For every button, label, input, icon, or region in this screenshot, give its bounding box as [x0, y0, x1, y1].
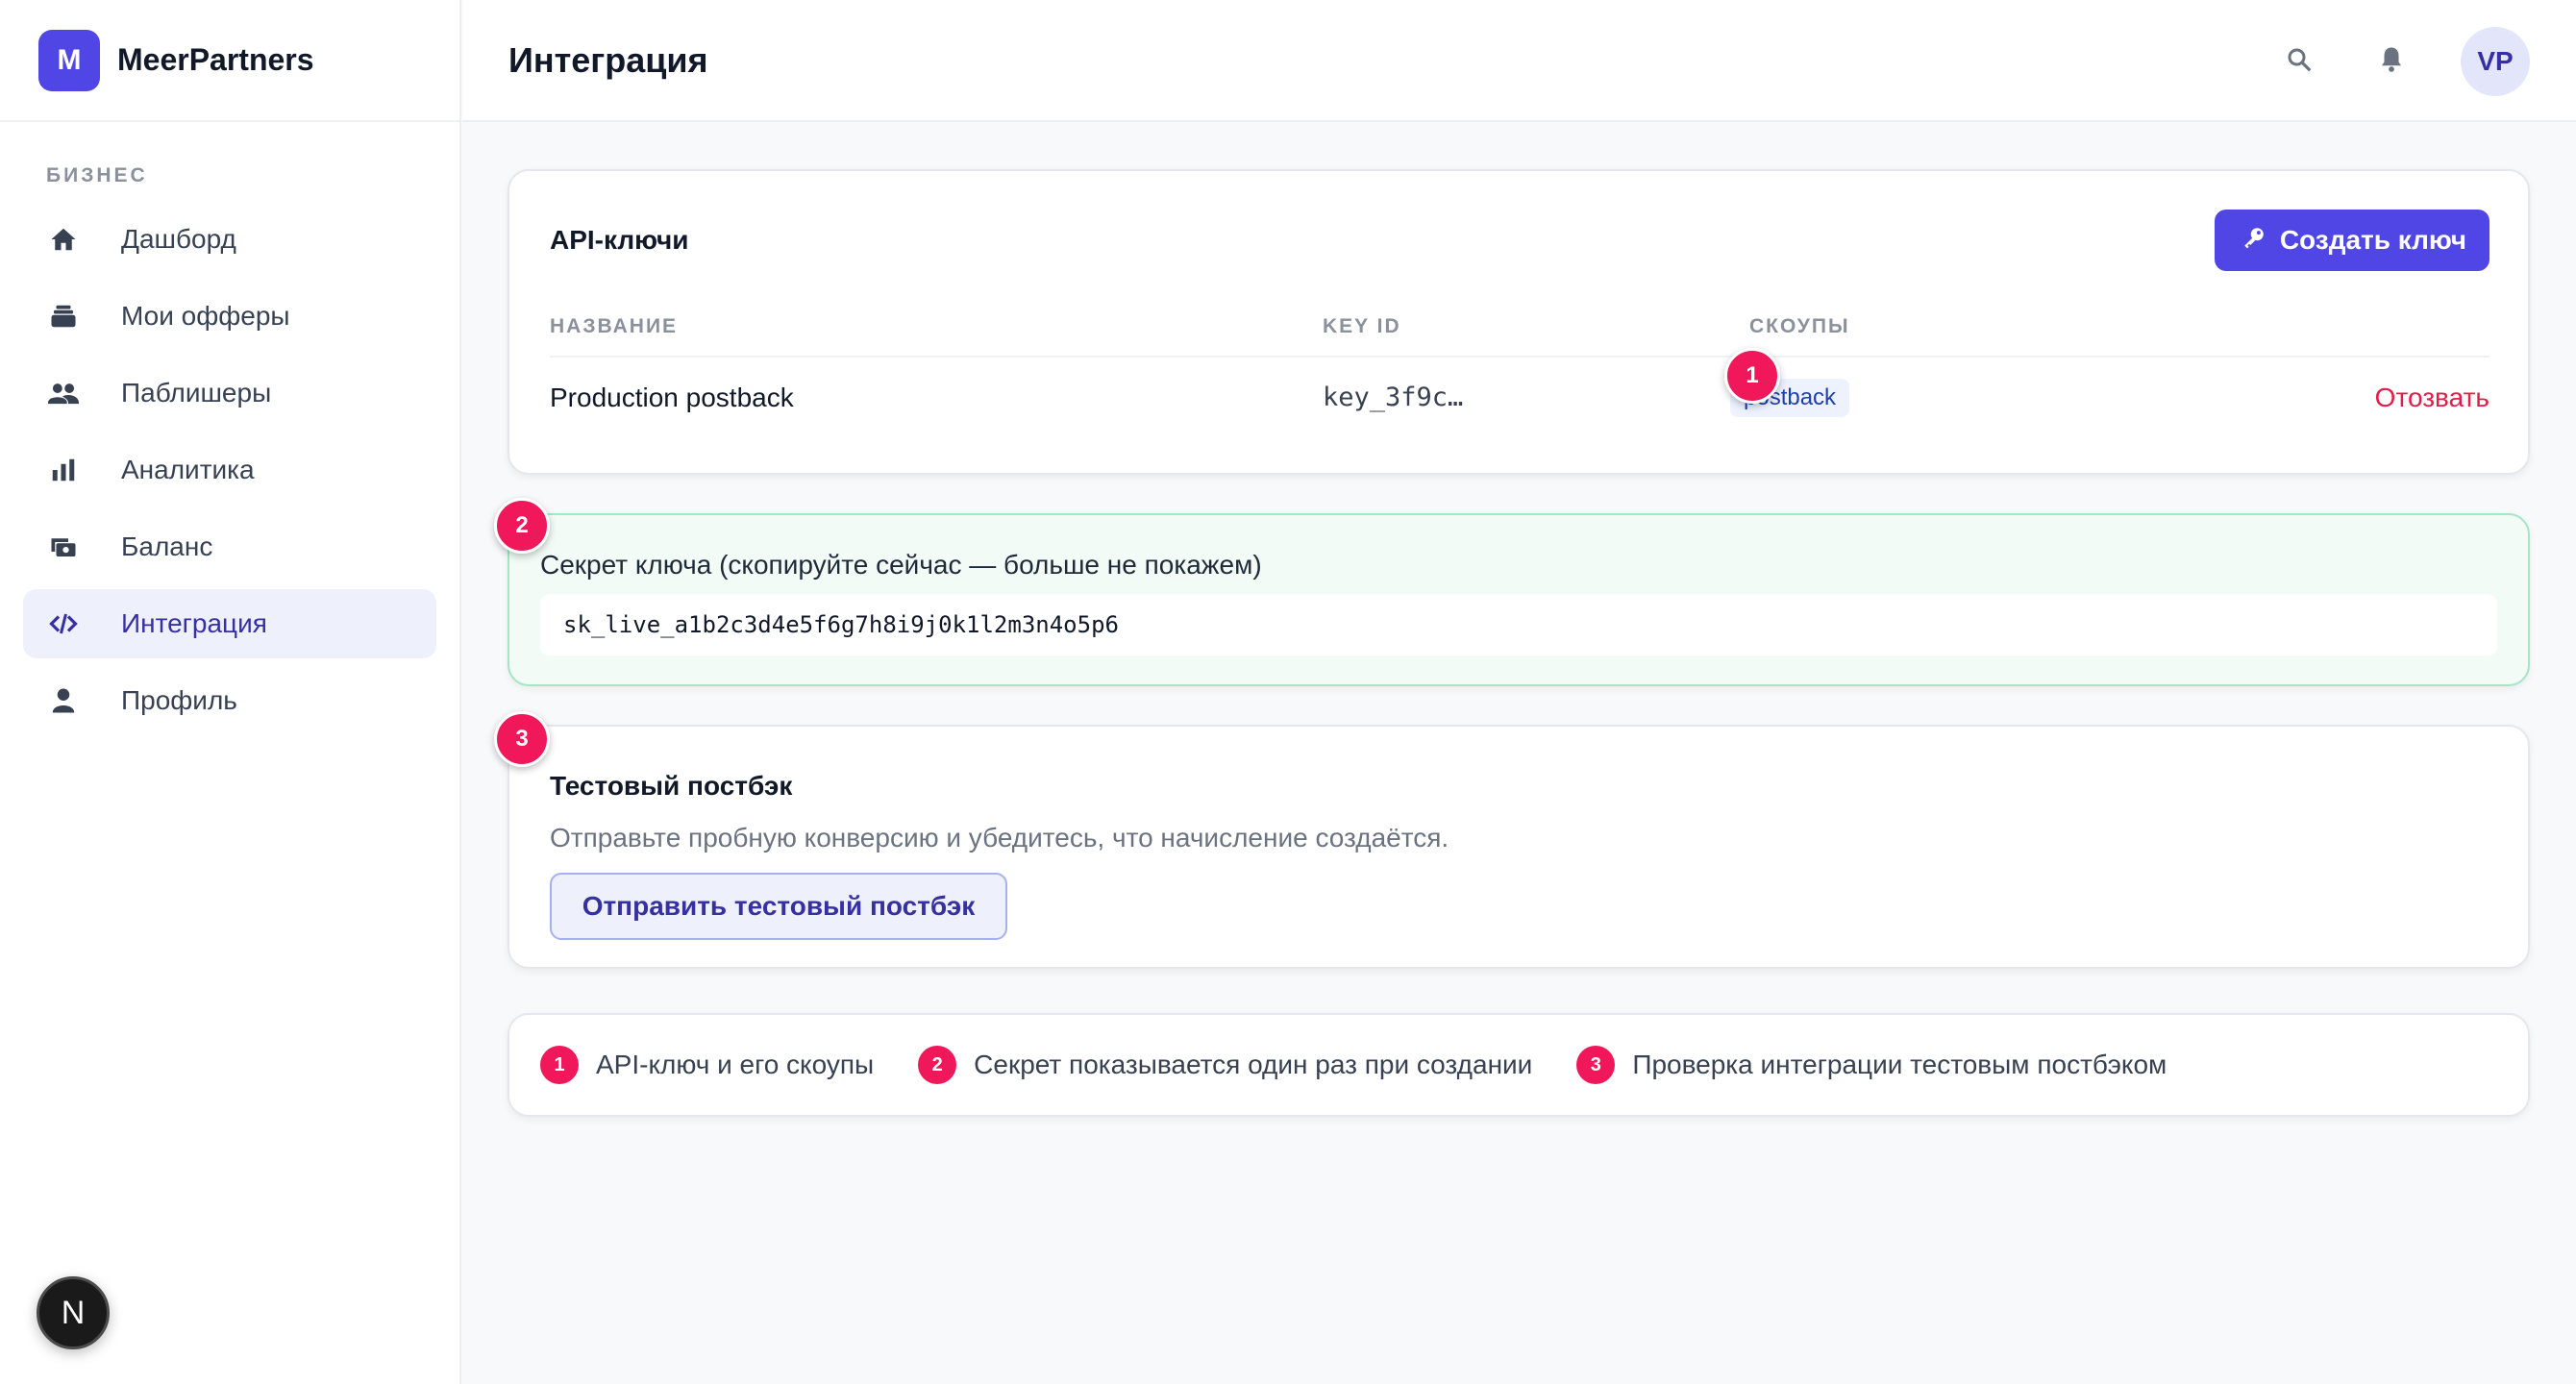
- notifications-button[interactable]: [2368, 38, 2415, 85]
- send-test-postback-button[interactable]: Отправить тестовый постбэк: [550, 873, 1007, 940]
- topbar: Интеграция VP: [462, 0, 2576, 122]
- sidebar-item-analytics[interactable]: Аналитика: [23, 435, 436, 505]
- brand[interactable]: M MeerPartners: [0, 0, 459, 122]
- search-button[interactable]: [2276, 38, 2322, 85]
- sidebar-item-label: Паблишеры: [121, 378, 272, 408]
- legend-card: 1 API-ключ и его скоупы 2 Секрет показыв…: [508, 1013, 2530, 1117]
- api-keys-card: API-ключи Создать ключ НАЗВАНИЕ KEY ID С…: [508, 169, 2530, 475]
- key-icon: [2242, 225, 2266, 257]
- test-postback-title: Тестовый постбэк: [550, 771, 793, 801]
- column-header-scopes: СКОУПЫ: [1749, 315, 1850, 337]
- legend-text: Секрет показывается один раз при создани…: [974, 1050, 1533, 1079]
- offers-icon: [46, 299, 81, 334]
- sidebar-item-integration[interactable]: Интеграция: [23, 589, 436, 658]
- sidebar-item-dashboard[interactable]: Дашборд: [23, 205, 436, 274]
- sidebar-item-publishers[interactable]: Паблишеры: [23, 358, 436, 428]
- search-icon: [2285, 45, 2314, 79]
- legend-item: 1 API-ключ и его скоупы: [540, 1046, 874, 1084]
- create-key-button[interactable]: Создать ключ: [2214, 210, 2489, 271]
- create-key-label: Создать ключ: [2279, 225, 2466, 255]
- legend-number: 2: [918, 1046, 957, 1084]
- legend-text: Проверка интеграции тестовым постбэком: [1632, 1050, 2167, 1079]
- sidebar-item-offers[interactable]: Мои офферы: [23, 282, 436, 351]
- table-divider: [550, 356, 2489, 358]
- secret-value[interactable]: sk_live_a1b2c3d4e5f6g7h8i9j0k1l2m3n4o5p6: [540, 594, 2497, 655]
- key-name: Production postback: [550, 383, 794, 412]
- sidebar-item-balance[interactable]: Баланс: [23, 512, 436, 581]
- secret-label: Секрет ключа (скопируйте сейчас — больше…: [540, 550, 1262, 580]
- bell-icon: [2377, 45, 2406, 79]
- brand-name: MeerPartners: [117, 42, 314, 77]
- page-title: Интеграция: [508, 39, 708, 80]
- sidebar-item-profile[interactable]: Профиль: [23, 666, 436, 735]
- home-icon: [46, 222, 81, 257]
- legend-item: 3 Проверка интеграции тестовым постбэком: [1576, 1046, 2167, 1084]
- api-keys-title: API-ключи: [550, 225, 689, 255]
- sidebar-item-label: Мои офферы: [121, 301, 290, 331]
- avatar[interactable]: VP: [2461, 27, 2530, 96]
- code-icon: [46, 606, 81, 641]
- test-postback-card: Тестовый постбэк Отправьте пробную конве…: [508, 725, 2530, 969]
- revoke-link[interactable]: Отозвать: [2375, 383, 2489, 413]
- top-actions: VP: [2276, 27, 2530, 96]
- annotation-marker-3: 3: [494, 711, 550, 767]
- users-icon: [46, 376, 81, 410]
- sidebar-item-label: Интеграция: [121, 608, 267, 638]
- legend-number: 3: [1576, 1046, 1616, 1084]
- brand-logo: M: [38, 29, 100, 91]
- sidebar: M MeerPartners БИЗНЕС Дашборд Мои офферы…: [0, 0, 461, 1384]
- legend-number: 1: [540, 1046, 579, 1084]
- annotation-marker-2: 2: [494, 498, 550, 554]
- annotation-marker-1: 1: [1724, 348, 1780, 404]
- sidebar-item-label: Дашборд: [121, 224, 236, 254]
- section-label: БИЗНЕС: [46, 164, 148, 186]
- test-postback-description: Отправьте пробную конверсию и убедитесь,…: [550, 823, 1449, 853]
- sidebar-item-label: Баланс: [121, 531, 213, 561]
- key-id: key_3f9c…: [1323, 383, 1464, 412]
- sidebar-nav: Дашборд Мои офферы Паблишеры Аналитика Б…: [0, 205, 459, 735]
- legend-item: 2 Секрет показывается один раз при созда…: [918, 1046, 1532, 1084]
- sidebar-item-label: Аналитика: [121, 455, 255, 484]
- wallet-icon: [46, 530, 81, 564]
- sidebar-item-label: Профиль: [121, 685, 237, 715]
- framework-badge[interactable]: N: [37, 1276, 110, 1349]
- column-header-name: НАЗВАНИЕ: [550, 315, 679, 337]
- column-header-key-id: KEY ID: [1323, 315, 1401, 337]
- bar-chart-icon: [46, 453, 81, 487]
- legend-text: API-ключ и его скоупы: [596, 1050, 875, 1079]
- secret-card: Секрет ключа (скопируйте сейчас — больше…: [508, 513, 2530, 686]
- person-icon: [46, 683, 81, 718]
